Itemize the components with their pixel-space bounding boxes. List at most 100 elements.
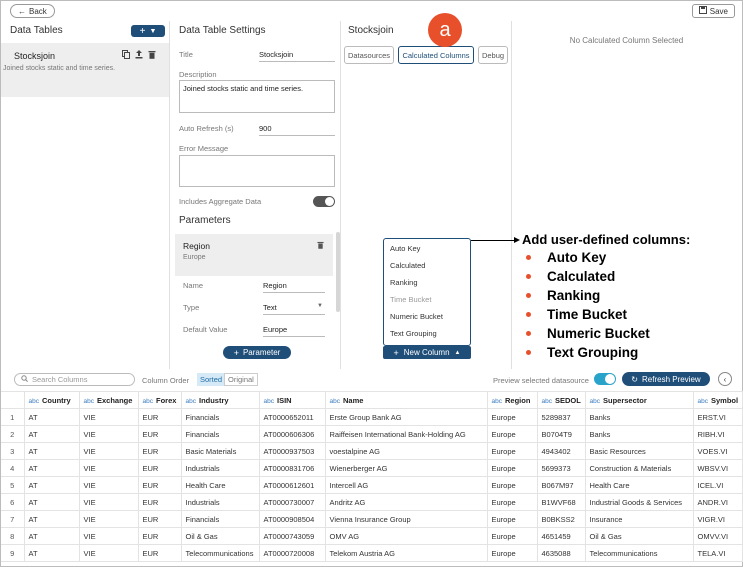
table-cell: TELA.VI: [693, 544, 743, 562]
sorted-toggle[interactable]: Sorted: [197, 373, 226, 386]
table-cell: RIBH.VI: [693, 425, 743, 443]
save-button[interactable]: Save: [691, 4, 735, 18]
table-cell: AT0000612601: [259, 476, 326, 494]
menu-item-text-grouping[interactable]: Text Grouping: [390, 329, 437, 338]
table-cell: VIE: [79, 476, 139, 494]
table-cell: VIE: [79, 408, 139, 426]
column-header[interactable]: abc Region: [487, 391, 538, 409]
table-row[interactable]: 2 AT VIE EUR Financials AT0000606306 Raiffeise…: [1, 425, 743, 443]
new-column-button[interactable]: + New Column ▲: [383, 346, 471, 359]
table-row[interactable]: 1 AT VIE EUR Financials AT0000652011 Erste Gro…: [1, 408, 743, 426]
table-cell: Europe: [487, 425, 538, 443]
column-header[interactable]: abc SEDOL: [537, 391, 586, 409]
refresh-preview-button[interactable]: ↻ Refresh Preview: [622, 372, 710, 386]
table-cell: ANDR.VI: [693, 493, 743, 511]
menu-item-ranking[interactable]: Ranking: [390, 278, 418, 287]
upload-icon[interactable]: [135, 50, 143, 59]
search-columns-input[interactable]: Search Columns: [14, 373, 135, 386]
table-cell: EUR: [138, 459, 182, 477]
row-number: 3: [1, 442, 25, 460]
table-cell: Intercell AG: [325, 476, 488, 494]
table-cell: Europe: [487, 408, 538, 426]
table-cell: AT0000743059: [259, 527, 326, 545]
table-cell: Telecommunications: [585, 544, 694, 562]
add-table-button[interactable]: + ▼: [131, 25, 165, 37]
copy-icon[interactable]: [122, 50, 130, 59]
table-row[interactable]: 5 AT VIE EUR Health Care AT0000612601 Intercel…: [1, 476, 743, 494]
table-row[interactable]: 3 AT VIE EUR Basic Materials AT0000937503 voes…: [1, 442, 743, 460]
empty-state-text: No Calculated Column Selected: [569, 36, 684, 45]
table-cell: Oil & Gas: [181, 527, 260, 545]
table-cell: 4635088: [537, 544, 586, 562]
table-cell: Basic Resources: [585, 442, 694, 460]
table-cell: AT: [24, 408, 80, 426]
annotation-item: Text Grouping: [522, 345, 638, 360]
tab-datasources[interactable]: Datasources: [344, 46, 394, 64]
table-cell: Industrials: [181, 493, 260, 511]
table-row[interactable]: 6 AT VIE EUR Industrials AT0000730007 Andritz …: [1, 493, 743, 511]
menu-item-calculated[interactable]: Calculated: [390, 261, 425, 270]
plus-icon: +: [393, 347, 399, 358]
refresh-preview-label: Refresh Preview: [642, 374, 701, 384]
table-cell: Financials: [181, 408, 260, 426]
table-cell: voestalpine AG: [325, 442, 488, 460]
column-header[interactable]: abc Exchange: [79, 391, 139, 409]
collapse-button[interactable]: ‹: [718, 372, 732, 386]
menu-item-auto-key[interactable]: Auto Key: [390, 244, 420, 253]
table-header-row: abc Country abc Exchange abc Forex abc Indus…: [1, 391, 743, 409]
tab-debug[interactable]: Debug: [478, 46, 508, 64]
new-column-label: New Column: [403, 348, 450, 357]
table-cell: Financials: [181, 425, 260, 443]
table-cell: Erste Group Bank AG: [325, 408, 488, 426]
table-row[interactable]: 9 AT VIE EUR Telecommunications AT0000720008 T…: [1, 544, 743, 562]
column-header[interactable]: abc Forex: [138, 391, 182, 409]
table-cell: VIE: [79, 425, 139, 443]
table-cell: Andritz AG: [325, 493, 488, 511]
table-cell: AT: [24, 425, 80, 443]
column-header[interactable]: abc Symbol: [693, 391, 743, 409]
table-cell: EUR: [138, 442, 182, 460]
table-cell: AT: [24, 510, 80, 528]
search-placeholder: Search Columns: [32, 375, 88, 384]
table-cell: Industrial Goods & Services: [585, 493, 694, 511]
table-cell: VIE: [79, 510, 139, 528]
data-tables-pane: Data Tables + ▼ Stocksjoin Joined stocks…: [1, 21, 170, 369]
table-cell: EUR: [138, 425, 182, 443]
table-row[interactable]: 4 AT VIE EUR Industrials AT0000831706 Wienerbe…: [1, 459, 743, 477]
annotation-item: Calculated: [522, 269, 615, 284]
column-header[interactable]: abc Country: [24, 391, 80, 409]
preview-toggle[interactable]: [594, 373, 616, 385]
column-header[interactable]: abc Supersector: [585, 391, 694, 409]
annotation-title: Add user-defined columns:: [522, 232, 691, 247]
settings-pane: [170, 21, 341, 369]
menu-item-numeric-bucket[interactable]: Numeric Bucket: [390, 312, 443, 321]
table-cell: B067M97: [537, 476, 586, 494]
menu-item-time-bucket[interactable]: Time Bucket: [390, 295, 431, 304]
tab-calculated-columns[interactable]: Calculated Columns: [398, 46, 474, 64]
data-table-name: Stocksjoin: [14, 51, 56, 61]
data-table-description: Joined stocks static and time series.: [3, 65, 116, 72]
chevron-left-icon: ‹: [723, 374, 727, 384]
data-table-item[interactable]: Stocksjoin Joined stocks static and time…: [1, 43, 169, 97]
column-header[interactable]: abc Industry: [181, 391, 260, 409]
original-toggle[interactable]: Original: [224, 373, 258, 386]
table-cell: Raiffeisen International Bank-Holding AG: [325, 425, 488, 443]
table-cell: AT: [24, 476, 80, 494]
column-header[interactable]: abc ISIN: [259, 391, 326, 409]
annotation-arrow: [471, 240, 516, 241]
back-button[interactable]: ← Back: [10, 4, 55, 18]
column-header[interactable]: abc Name: [325, 391, 488, 409]
table-cell: Basic Materials: [181, 442, 260, 460]
table-row[interactable]: 8 AT VIE EUR Oil & Gas AT0000743059 OMV AG Euro…: [1, 527, 743, 545]
table-cell: AT: [24, 544, 80, 562]
chevron-up-icon: ▲: [454, 349, 461, 356]
row-number: 1: [1, 408, 25, 426]
table-cell: EUR: [138, 510, 182, 528]
annotation-item: Ranking: [522, 288, 600, 303]
search-icon: [21, 375, 28, 384]
save-label: Save: [709, 6, 728, 16]
trash-icon[interactable]: [148, 50, 156, 59]
annotation-item: Auto Key: [522, 250, 606, 265]
table-row[interactable]: 7 AT VIE EUR Financials AT0000908504 Vienna In…: [1, 510, 743, 528]
table-cell: Europe: [487, 459, 538, 477]
